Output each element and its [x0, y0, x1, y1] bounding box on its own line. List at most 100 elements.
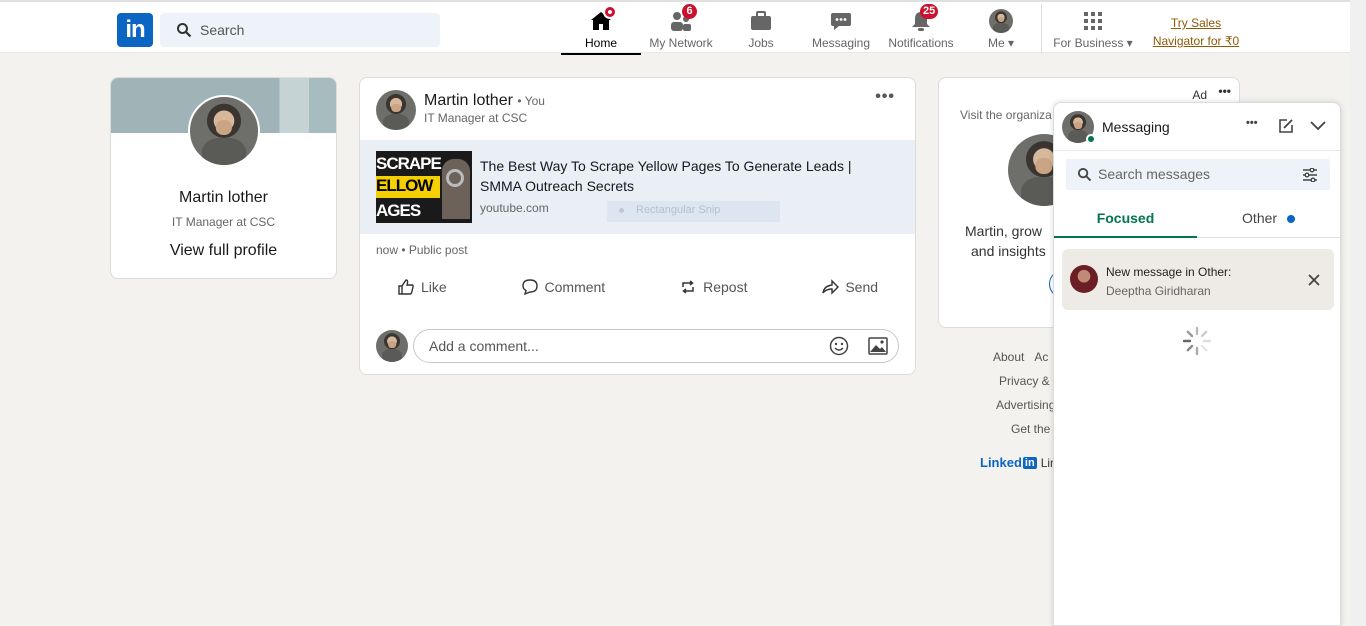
footer-about[interactable]: About	[993, 350, 1024, 364]
messaging-header[interactable]: Messaging •••	[1054, 103, 1340, 151]
more-options-icon[interactable]: •••	[875, 88, 895, 106]
search-icon	[177, 23, 192, 38]
footer-brand-text: Linked	[980, 455, 1022, 470]
search-placeholder: Search	[200, 22, 245, 38]
nav-my-network[interactable]: 6 My Network	[641, 2, 721, 55]
chevron-down-icon[interactable]	[1310, 121, 1326, 131]
repost-icon	[682, 280, 694, 294]
commenter-avatar	[376, 330, 408, 362]
nav-label: For Business	[1053, 36, 1124, 50]
nav-label: My Network	[649, 36, 713, 50]
home-icon	[588, 5, 617, 33]
notification-dot	[603, 5, 617, 19]
new-message-notice[interactable]: New message in Other: Deeptha Giridharan	[1062, 249, 1334, 310]
nav-label: Home	[584, 36, 617, 50]
messaging-title: Messaging	[1102, 119, 1170, 135]
bell-icon: 25	[908, 4, 939, 33]
comment-icon	[521, 279, 538, 296]
online-status-dot	[1086, 134, 1096, 144]
footer-privacy[interactable]: Privacy &	[999, 374, 1050, 388]
sender-avatar	[1070, 265, 1098, 293]
tab-focused[interactable]: Focused	[1054, 198, 1197, 238]
ad-visit-text: Visit the organiza	[960, 108, 1052, 122]
unread-dot	[1286, 215, 1295, 223]
post-card: Martin lother • You IT Manager at CSC ••…	[359, 77, 916, 375]
filter-icon[interactable]	[1302, 168, 1318, 182]
repost-button[interactable]: Repost	[679, 278, 747, 296]
add-comment-input[interactable]: Add a comment...	[413, 329, 899, 363]
me-avatar-wrap	[988, 9, 1014, 33]
footer-about-row: About Ac	[993, 350, 1048, 364]
repost-label: Repost	[703, 279, 748, 295]
footer-ac[interactable]: Ac	[1034, 350, 1048, 364]
ad-text-line-2: and insights	[971, 243, 1046, 259]
view-full-profile-link[interactable]: View full profile	[111, 242, 336, 260]
author-avatar[interactable]	[376, 90, 416, 130]
nav-me[interactable]: Me ▾	[961, 2, 1041, 55]
nav-home[interactable]: Home	[561, 2, 641, 55]
briefcase-icon	[748, 9, 774, 33]
people-icon: 6	[668, 4, 697, 33]
nav-label: Notifications	[888, 36, 954, 50]
link-preview[interactable]: SCRAPE ELLOW AGES The Best Way To Scrape…	[360, 140, 915, 234]
profile-name[interactable]: Martin lother	[111, 189, 336, 207]
ad-more-icon[interactable]: •••	[1218, 84, 1231, 98]
rectangular-snip-overlay: Rectangular Snip	[607, 201, 780, 222]
magnifier-icon	[446, 169, 464, 187]
footer-advertising[interactable]: Advertising	[996, 398, 1055, 412]
nav-label: Me	[987, 36, 1005, 50]
post-meta: now • Public post	[376, 243, 468, 257]
author-headline: IT Manager at CSC	[424, 111, 528, 125]
send-button[interactable]: Send	[821, 278, 878, 296]
caret-down-icon: ▾	[1007, 36, 1015, 50]
comment-button[interactable]: Comment	[521, 278, 606, 296]
linkedin-logo[interactable]: in	[117, 13, 153, 47]
comment-label: Comment	[544, 279, 606, 295]
profile-avatar[interactable]	[188, 95, 260, 167]
footer-get-the[interactable]: Get the	[1011, 422, 1050, 436]
global-search-input[interactable]: Search	[160, 13, 440, 47]
link-title[interactable]: The Best Way To Scrape Yellow Pages To G…	[480, 156, 870, 196]
chat-bubble-icon	[828, 9, 854, 33]
compose-icon[interactable]	[1278, 118, 1294, 134]
snip-dot-icon	[619, 207, 624, 213]
nav-jobs[interactable]: Jobs	[721, 2, 801, 55]
thumb-text-2: ELLOW	[376, 176, 440, 198]
ad-text: Martin, grow and insights	[965, 221, 1046, 261]
send-label: Send	[845, 279, 879, 295]
search-messages-input[interactable]: Search messages	[1066, 159, 1330, 190]
tab-other[interactable]: Other	[1197, 198, 1340, 238]
linkedin-mini-logo: in	[1022, 456, 1037, 469]
nav-messaging[interactable]: Messaging	[801, 2, 881, 55]
notifications-badge: 25	[920, 4, 939, 19]
premium-line-2: Navigator for ₹0	[1152, 34, 1240, 48]
emoji-icon[interactable]	[829, 336, 849, 356]
post-action-bar: Like Comment Repost Send	[360, 278, 915, 296]
close-icon[interactable]	[1308, 274, 1320, 286]
loading-spinner-icon	[1182, 326, 1212, 356]
caret-down-icon: ▾	[1126, 36, 1133, 50]
like-label: Like	[420, 279, 447, 295]
messaging-more-icon[interactable]: •••	[1246, 117, 1258, 129]
link-domain: youtube.com	[480, 201, 549, 215]
network-badge: 6	[682, 4, 697, 19]
video-thumbnail[interactable]: SCRAPE ELLOW AGES	[376, 151, 472, 223]
thumb-person	[442, 159, 470, 219]
profile-card: Martin lother IT Manager at CSC View ful…	[110, 77, 337, 279]
profile-headline: IT Manager at CSC	[171, 215, 276, 229]
author-line: Martin lother • You	[424, 92, 545, 110]
for-business-label-row: For Business ▾	[1053, 36, 1132, 50]
nav-divider	[1041, 4, 1042, 54]
nav-for-business[interactable]: For Business ▾	[1050, 2, 1136, 55]
tab-other-label: Other	[1242, 210, 1278, 226]
thumb-text-3: AGES	[376, 201, 421, 220]
try-sales-navigator-link[interactable]: Try Sales Navigator for ₹0	[1148, 14, 1244, 50]
messaging-panel: Messaging ••• Search messages Focused Ot…	[1053, 102, 1341, 626]
snip-label: Rectangular Snip	[636, 204, 721, 216]
image-icon[interactable]	[868, 337, 888, 355]
thumb-text-1: SCRAPE	[376, 154, 442, 173]
nav-notifications[interactable]: 25 Notifications	[881, 2, 961, 55]
author-name[interactable]: Martin lother	[424, 92, 513, 109]
like-button[interactable]: Like	[397, 278, 447, 296]
page-scrollbar[interactable]	[1350, 0, 1366, 626]
